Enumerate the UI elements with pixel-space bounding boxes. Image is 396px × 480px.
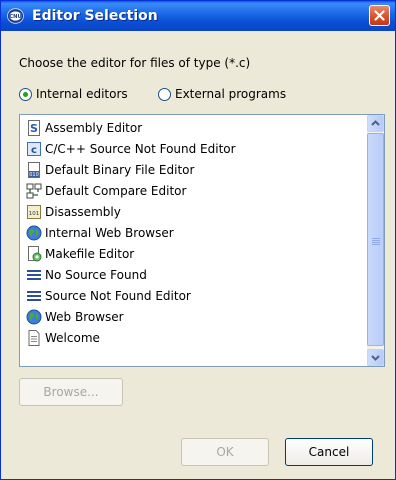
external-programs-label: External programs [175,87,287,101]
list-item[interactable]: 101 Disassembly [26,202,121,222]
disassembly-icon: 101 [27,205,41,219]
close-button[interactable] [369,5,390,26]
editor-list[interactable]: S Assembly Editor c C/C++ Source Not Fou… [19,114,385,367]
list-item[interactable]: S Assembly Editor [26,118,142,138]
radio-selected-indicator[interactable] [19,87,32,101]
lines-icon [27,291,41,301]
editor-label: Source Not Found Editor [45,289,191,303]
list-item[interactable]: No Source Found [26,265,147,285]
makefile-icon [28,246,42,262]
scroll-thumb[interactable] [367,133,384,346]
radio-unselected-indicator[interactable] [158,87,171,101]
editor-label: Default Binary File Editor [45,163,195,177]
app-icon: CNU [7,8,24,24]
svg-text:CNU: CNU [9,14,21,20]
editor-label: Assembly Editor [45,121,143,135]
c-file-icon: c [27,142,41,156]
editor-selection-dialog: CNU Editor Selection Choose the editor f… [0,0,396,480]
prompt-label: Choose the editor for files of type (*.c… [19,56,251,70]
svg-text:c: c [31,145,37,156]
lines-icon [27,270,41,280]
chevron-down-icon [371,355,380,361]
binary-file-icon: 010 [28,162,40,178]
svg-text:101: 101 [29,211,40,217]
title-bar[interactable]: CNU Editor Selection [1,1,395,31]
scroll-up-button[interactable] [367,115,384,132]
assembly-file-icon: S [28,120,40,136]
cancel-button[interactable]: Cancel [285,438,373,466]
list-item[interactable]: Source Not Found Editor [26,286,191,306]
internal-editors-radio[interactable]: Internal editors [19,86,128,102]
editor-label: Disassembly [45,205,121,219]
editor-label: Default Compare Editor [45,184,187,198]
editor-label: Web Browser [45,310,124,324]
list-item[interactable]: Web Browser [26,307,124,327]
globe-icon [26,225,42,241]
list-item[interactable]: Internal Web Browser [26,223,174,243]
window-title: Editor Selection [32,8,158,24]
editor-label: Internal Web Browser [45,226,174,240]
list-item[interactable]: Default Compare Editor [26,181,186,201]
ok-button[interactable]: OK [181,438,269,466]
list-item[interactable]: Welcome [26,328,100,348]
compare-icon [26,183,42,199]
close-icon [374,10,385,21]
list-item[interactable]: c C/C++ Source Not Found Editor [26,139,236,159]
svg-text:010: 010 [29,172,39,178]
vertical-scrollbar[interactable] [367,115,384,366]
document-icon [28,330,40,346]
scroll-down-button[interactable] [367,349,384,366]
list-item[interactable]: Makefile Editor [26,244,134,264]
browse-button[interactable]: Browse... [19,378,123,406]
editor-label: Welcome [45,331,100,345]
chevron-up-icon [371,120,380,126]
globe-icon [26,309,42,325]
internal-editors-label: Internal editors [36,87,128,101]
external-programs-radio[interactable]: External programs [158,86,286,102]
editor-label: C/C++ Source Not Found Editor [45,142,236,156]
editor-label: No Source Found [45,268,147,282]
svg-text:S: S [30,122,38,135]
list-item[interactable]: 010 Default Binary File Editor [26,160,194,180]
editor-label: Makefile Editor [45,247,135,261]
